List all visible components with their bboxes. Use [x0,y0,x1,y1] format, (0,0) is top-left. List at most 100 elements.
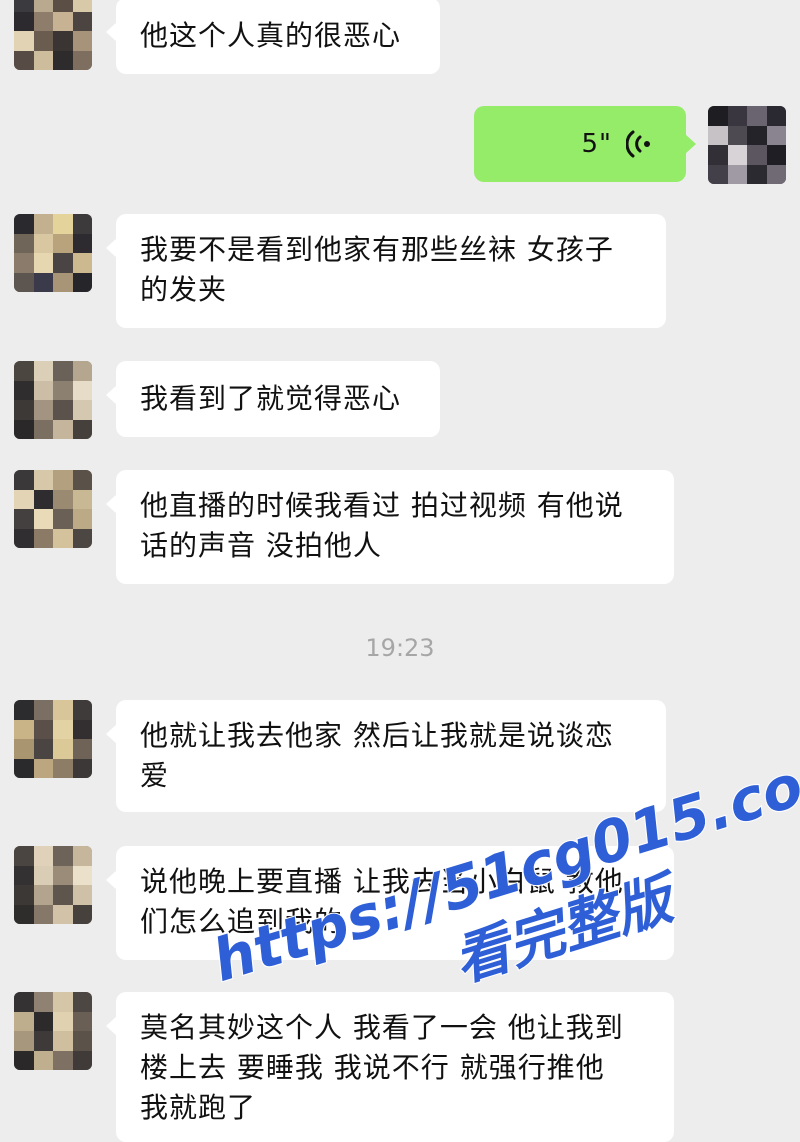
avatar-mosaic-cell [53,865,73,885]
avatar-mosaic-cell [14,509,34,529]
avatar[interactable] [14,0,92,70]
avatar-mosaic-cell [14,50,34,70]
avatar-mosaic-cell [14,739,34,759]
avatar-mosaic-cell [747,125,767,145]
message-text-line: 他直播的时候我看过 拍过视频 有他说 [140,489,624,522]
avatar-mosaic-cell [53,846,73,866]
avatar-mosaic-cell [766,106,786,126]
avatar-mosaic-cell [727,125,747,145]
message-text-line: 的发夹 [140,273,228,306]
message-bubble[interactable]: 我要不是看到他家有那些丝袜 女孩子 的发夹 [106,214,666,328]
avatar-mosaic-cell [72,846,92,866]
avatar-mosaic-cell [53,528,73,548]
avatar-mosaic-cell [14,31,34,51]
avatar-mosaic-cell [33,0,53,12]
avatar-mosaic-cell [14,1011,34,1031]
avatar-mosaic-cell [72,470,92,490]
avatar-mosaic-cell [72,992,92,1012]
avatar-mosaic-cell [72,904,92,924]
avatar-mosaic-cell [33,719,53,739]
avatar-mosaic-cell [708,106,728,126]
avatar-mosaic-cell [53,509,73,529]
avatar-mosaic-cell [727,164,747,184]
avatar-mosaic-cell [53,50,73,70]
avatar-mosaic-cell [53,1050,73,1070]
avatar-mosaic-cell [53,739,73,759]
avatar-mosaic-cell [14,846,34,866]
avatar-mosaic-cell [72,1011,92,1031]
avatar-mosaic-cell [33,31,53,51]
avatar-mosaic-cell [53,719,73,739]
avatar-mosaic-cell [33,214,53,234]
avatar-mosaic-cell [33,50,53,70]
avatar-mosaic-cell [14,865,34,885]
avatar-mosaic-cell [53,758,73,778]
avatar-mosaic-cell [33,233,53,253]
avatar-mosaic-cell [14,700,34,720]
avatar-mosaic-cell [33,885,53,905]
avatar-mosaic-cell [72,509,92,529]
message-text-line: 他就让我去他家 然后让我就是说谈恋 [140,719,614,752]
message-bubble[interactable]: 他这个人真的很恶心 [106,0,440,74]
avatar-mosaic-cell [53,253,73,273]
avatar-mosaic-cell [72,0,92,12]
voice-duration: 5" [581,129,612,159]
avatar-mosaic-cell [33,470,53,490]
avatar-mosaic-cell [14,1031,34,1051]
avatar-mosaic-cell [33,11,53,31]
avatar-mosaic-cell [708,125,728,145]
avatar-mosaic-cell [14,992,34,1012]
avatar-mosaic-cell [33,992,53,1012]
avatar[interactable] [14,470,92,548]
avatar-mosaic-cell [33,380,53,400]
avatar-mosaic-cell [72,865,92,885]
avatar-mosaic-cell [72,233,92,253]
message-text-line: 爱 [140,759,170,792]
voice-wave-icon [626,130,650,158]
avatar-mosaic-cell [747,145,767,165]
avatar[interactable] [14,846,92,924]
avatar-mosaic-cell [53,700,73,720]
avatar-mosaic-cell [14,233,34,253]
message-bubble[interactable]: 我看到了就觉得恶心 [106,361,440,437]
avatar-mosaic-cell [53,904,73,924]
avatar[interactable] [14,700,92,778]
avatar-mosaic-cell [14,528,34,548]
message-text-line: 我要不是看到他家有那些丝袜 女孩子 [140,233,614,266]
avatar-mosaic-cell [14,214,34,234]
avatar-mosaic-cell [33,509,53,529]
message-bubble[interactable]: 他直播的时候我看过 拍过视频 有他说 话的声音 没拍他人 [106,470,674,584]
avatar-mosaic-cell [53,380,73,400]
avatar-mosaic-cell [33,758,53,778]
avatar-mosaic-cell [53,885,73,905]
message-bubble[interactable]: 说他晚上要直播 让我去当小白鼠 教他 们怎么追到我的 [106,846,674,960]
avatar-mosaic-cell [14,361,34,381]
self-avatar[interactable] [708,106,786,184]
avatar-mosaic-cell [72,214,92,234]
avatar[interactable] [14,992,92,1070]
chat-timestamp: 19:23 [365,634,435,662]
avatar-mosaic-cell [14,758,34,778]
avatar-mosaic-cell [72,400,92,420]
avatar-mosaic-cell [53,31,73,51]
message-text: 我看到了就觉得恶心 [140,382,402,415]
avatar-mosaic-cell [53,1011,73,1031]
avatar-mosaic-cell [72,885,92,905]
avatar-mosaic-cell [53,214,73,234]
avatar-mosaic-cell [72,758,92,778]
avatar-mosaic-cell [33,253,53,273]
voice-message-bubble[interactable]: 5" [474,106,696,182]
avatar[interactable] [14,361,92,439]
avatar-mosaic-cell [14,1050,34,1070]
avatar-mosaic-cell [72,1031,92,1051]
avatar-mosaic-cell [708,164,728,184]
message-bubble[interactable]: 他就让我去他家 然后让我就是说谈恋 爱 [106,700,666,812]
avatar[interactable] [14,214,92,292]
avatar-mosaic-cell [53,470,73,490]
avatar-mosaic-cell [33,1050,53,1070]
avatar-mosaic-cell [33,846,53,866]
avatar-mosaic-cell [14,380,34,400]
avatar-mosaic-cell [53,400,73,420]
avatar-mosaic-cell [72,272,92,292]
message-text-line: 们怎么追到我的 [140,905,344,938]
